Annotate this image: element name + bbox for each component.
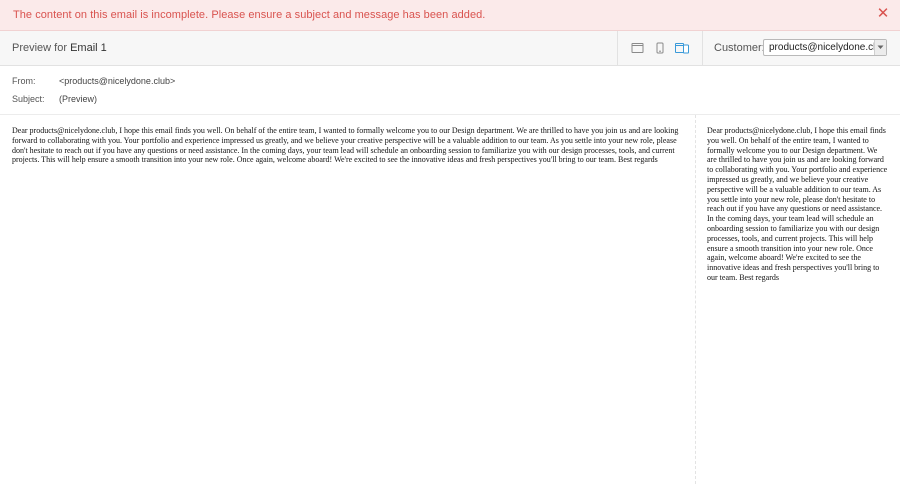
toolbar-divider — [617, 31, 618, 66]
customer-select-value: products@nicelydone.club — [769, 42, 887, 53]
toolbar-divider — [702, 31, 703, 66]
customer-select[interactable]: products@nicelydone.club — [763, 39, 887, 56]
from-label: From: — [12, 76, 36, 86]
mobile-view-icon[interactable] — [652, 40, 668, 56]
split-view-icon[interactable] — [674, 40, 690, 56]
preview-title: Preview for Email 1 — [12, 42, 107, 54]
from-value: <products@nicelydone.club> — [59, 76, 176, 86]
header-divider — [0, 114, 900, 115]
desktop-preview-body: Dear products@nicelydone.club, I hope th… — [12, 126, 679, 165]
preview-prefix: Preview for — [12, 42, 68, 54]
mobile-preview-body: Dear products@nicelydone.club, I hope th… — [707, 126, 888, 282]
alert-message: The content on this email is incomplete.… — [13, 9, 486, 21]
desktop-view-icon[interactable] — [630, 40, 646, 56]
customer-label: Customer: — [714, 42, 765, 54]
preview-pane-divider — [695, 115, 696, 484]
subject-label: Subject: — [12, 94, 45, 104]
email-name: Email 1 — [70, 42, 107, 54]
close-icon[interactable]: ✕ — [876, 6, 890, 22]
preview-toolbar: Preview for Email 1 Customer: products@n… — [0, 31, 900, 66]
incomplete-content-alert: The content on this email is incomplete.… — [0, 0, 900, 31]
subject-value: (Preview) — [59, 94, 98, 104]
chevron-down-icon[interactable] — [874, 40, 886, 55]
